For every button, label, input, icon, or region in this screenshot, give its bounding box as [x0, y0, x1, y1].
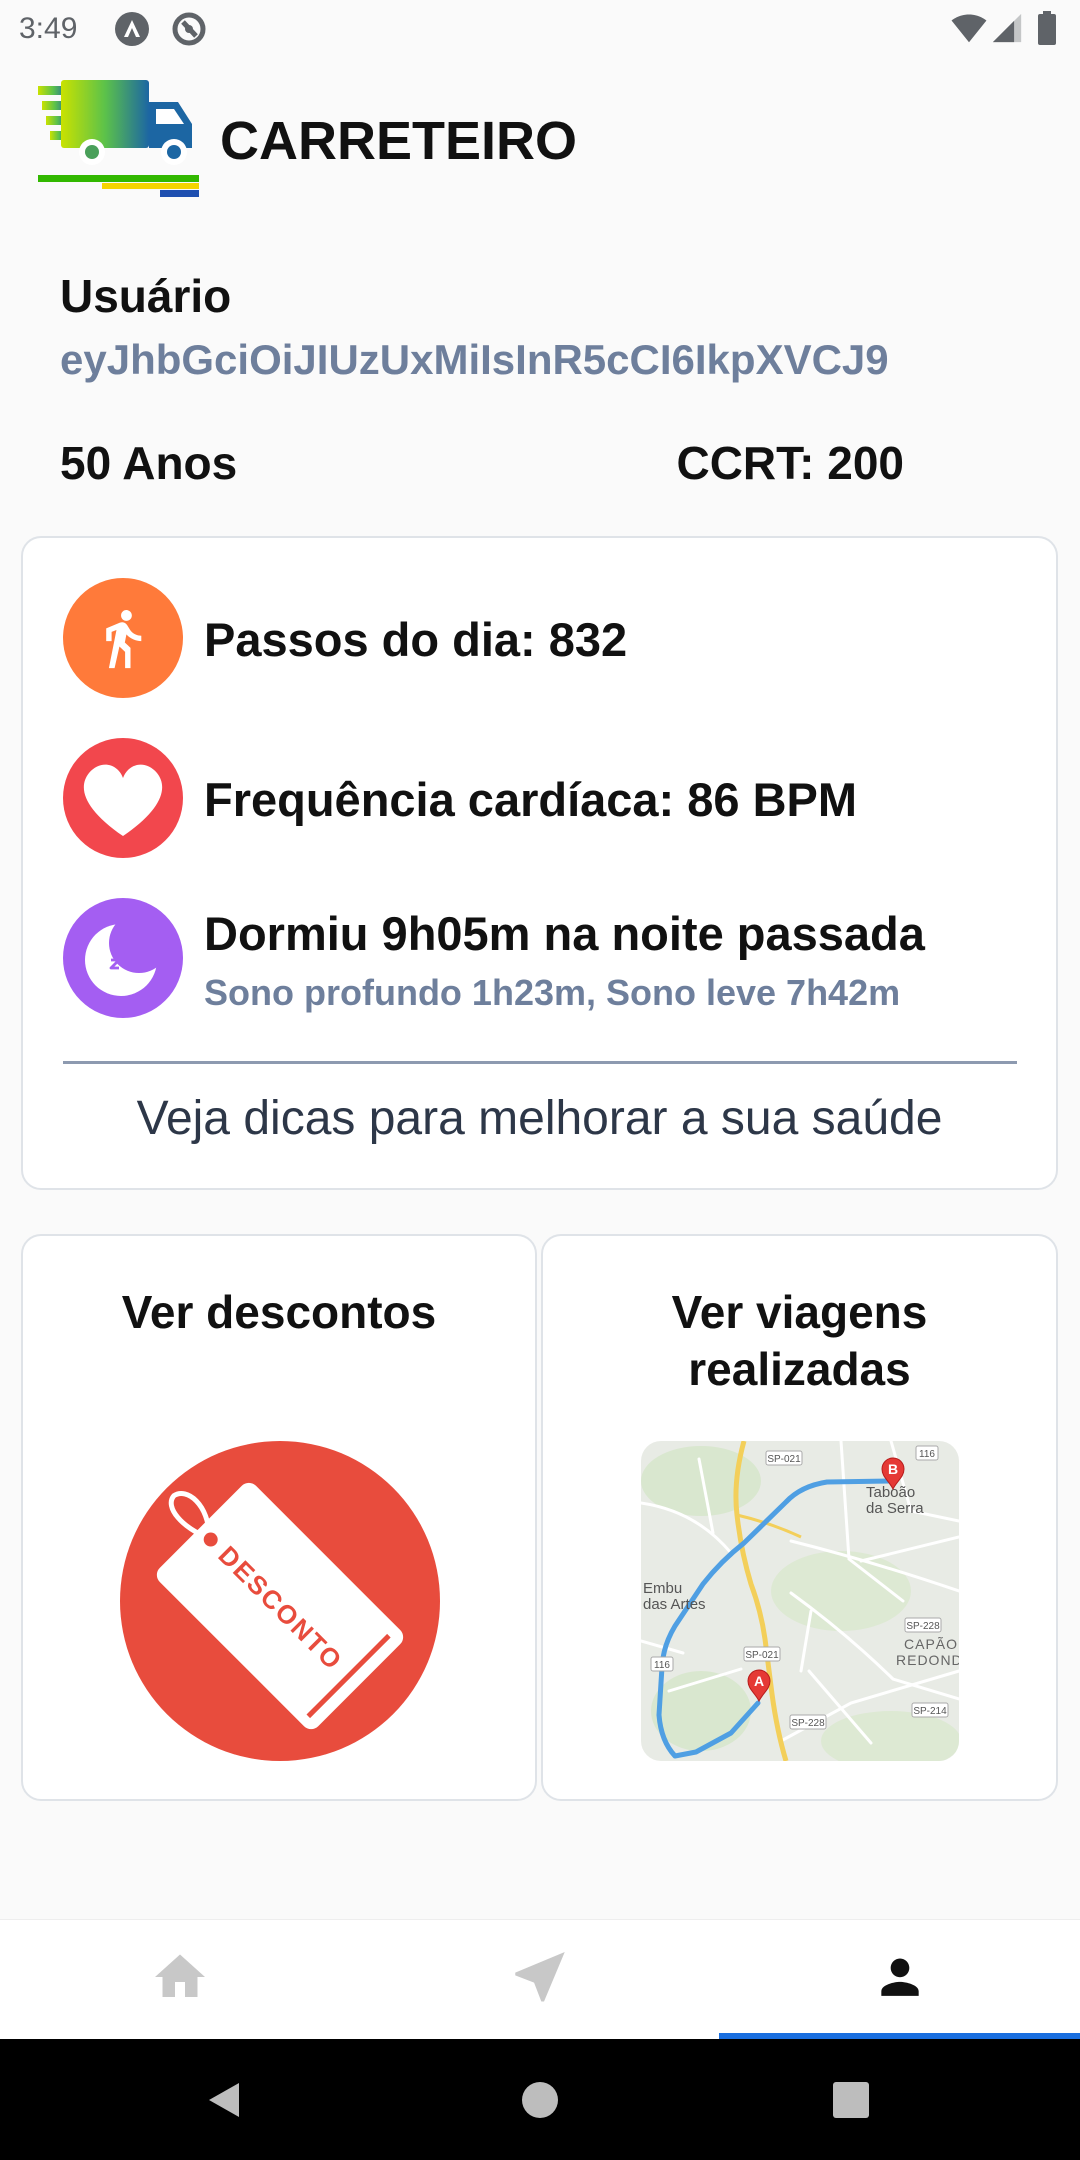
map-place-label: REDOND — [896, 1652, 959, 1668]
bottom-nav — [0, 1919, 1080, 2039]
discounts-card[interactable]: Ver descontos DESCONTO — [21, 1234, 537, 1801]
trips-card[interactable]: Ver viagens realizadas SP-021 116 SP-228… — [541, 1234, 1058, 1801]
map-place-label: Taboão — [866, 1484, 915, 1501]
nav-item-home[interactable] — [0, 1920, 360, 2040]
trips-title: Ver viagens realizadas — [671, 1286, 928, 1395]
sync-notification-icon — [172, 12, 206, 46]
app-screen: 3:49 CARRETEIRO Usuário eyJhbGciOiJIUzUx… — [0, 0, 1080, 2160]
svg-text:116: 116 — [919, 1449, 935, 1460]
status-time: 3:49 — [19, 12, 78, 45]
status-bar: 3:49 — [0, 0, 1080, 58]
map-place-label: Embu — [643, 1580, 682, 1597]
road-shield: SP-228 — [789, 1714, 827, 1730]
moon-icon — [63, 898, 183, 1018]
navigation-arrow-icon — [515, 1951, 565, 2002]
sleep-detail: Sono profundo 1h23m, Sono leve 7h42m — [204, 972, 901, 1013]
discounts-title: Ver descontos — [121, 1286, 437, 1338]
road-shield: SP-021 — [743, 1646, 781, 1662]
road-shield: 116 — [915, 1445, 939, 1461]
truck-logo-icon — [38, 80, 199, 197]
back-icon[interactable] — [203, 2079, 245, 2121]
ccrt-score: CCRT: 200 — [676, 437, 904, 489]
map-place-label: da Serra — [866, 1500, 924, 1517]
svg-text:SP-021: SP-021 — [767, 1454, 801, 1465]
health-tips-link[interactable]: Veja dicas para melhorar a sua saúde — [23, 1091, 1056, 1147]
nav-item-profile[interactable] — [720, 1920, 1080, 2040]
nav-item-trips[interactable] — [360, 1920, 720, 2040]
sleep-text: Dormiu 9h05m na noite passada — [204, 907, 925, 960]
health-card: Passos do dia: 832 Frequência cardíaca: … — [21, 536, 1058, 1190]
svg-text:SP-214: SP-214 — [913, 1706, 947, 1717]
user-label: Usuário — [60, 270, 232, 322]
battery-icon — [1038, 11, 1056, 45]
cell-signal-icon — [992, 13, 1022, 43]
heart-rate-text: Frequência cardíaca: 86 BPM — [204, 773, 858, 826]
system-nav-bar — [0, 2039, 1080, 2160]
trip-route-map: SP-021 116 SP-228 SP-021 116 SP-228 SP-2… — [641, 1441, 959, 1761]
wifi-icon — [951, 14, 987, 43]
app-notification-icon — [115, 12, 149, 46]
map-place-label: das Artes — [643, 1596, 706, 1613]
heart-icon — [63, 738, 183, 858]
road-shield: SP-021 — [765, 1450, 803, 1466]
road-shield: SP-228 — [904, 1617, 942, 1633]
map-place-label: CAPÃO — [904, 1636, 958, 1652]
svg-text:116: 116 — [654, 1660, 670, 1671]
svg-text:SP-228: SP-228 — [791, 1718, 825, 1729]
svg-text:SP-228: SP-228 — [906, 1621, 940, 1632]
home-icon — [155, 1954, 205, 1997]
home-circle-icon[interactable] — [520, 2080, 560, 2120]
user-age: 50 Anos — [60, 437, 238, 489]
app-title: CARRETEIRO — [220, 111, 578, 171]
svg-text:SP-021: SP-021 — [745, 1650, 779, 1661]
discount-tag-icon: DESCONTO — [120, 1441, 440, 1761]
road-shield: 116 — [650, 1656, 674, 1672]
divider — [63, 1061, 1017, 1064]
svg-text:B: B — [888, 1461, 898, 1477]
person-icon — [881, 1958, 919, 1996]
walking-person-icon — [63, 578, 183, 698]
user-id: eyJhbGciOiJIUzUxMiIsInR5cCI6IkpXVCJ9 — [60, 336, 889, 383]
road-shield: SP-214 — [911, 1702, 949, 1718]
steps-text: Passos do dia: 832 — [204, 613, 628, 666]
svg-text:A: A — [754, 1673, 764, 1689]
recents-icon[interactable] — [832, 2081, 870, 2119]
